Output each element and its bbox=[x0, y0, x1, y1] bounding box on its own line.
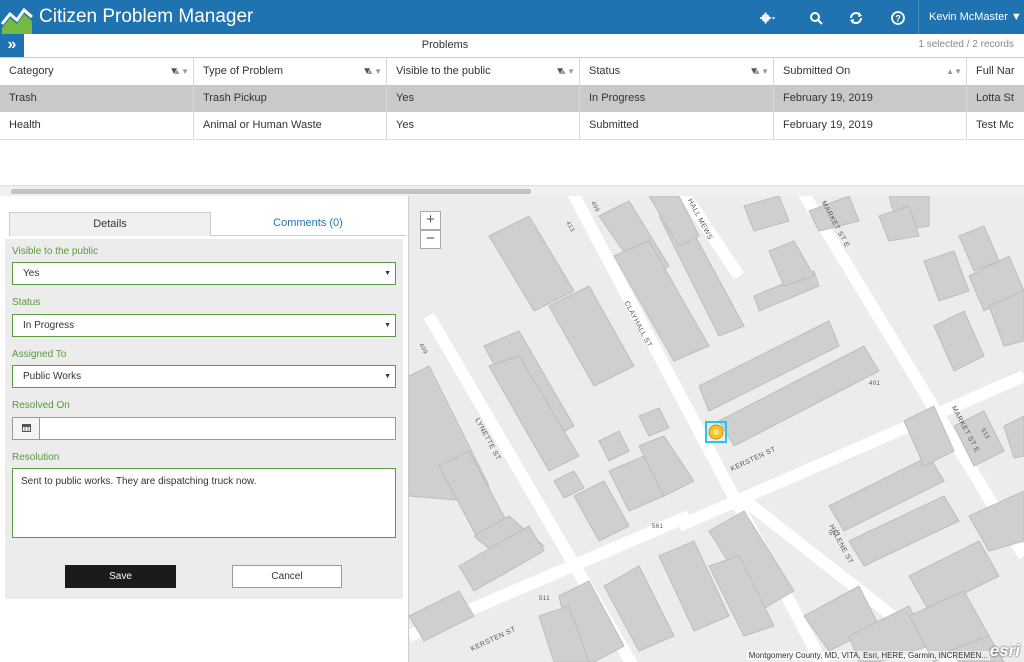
chevron-down-icon: ▼ bbox=[384, 373, 391, 380]
cell-category: Health bbox=[0, 112, 194, 139]
sort-icon[interactable]: ▲▼ bbox=[173, 58, 189, 85]
cell-submitted: February 19, 2019 bbox=[774, 112, 967, 139]
assigned-label: Assigned To bbox=[12, 349, 67, 360]
table-row[interactable]: Health Animal or Human Waste Yes Submitt… bbox=[0, 112, 1024, 140]
cell-status: In Progress bbox=[580, 85, 774, 112]
assigned-select[interactable]: Public Works ▼ bbox=[12, 365, 396, 388]
cell-status: Submitted bbox=[580, 112, 774, 139]
cell-category: Trash bbox=[0, 85, 194, 112]
calendar-button[interactable] bbox=[13, 418, 40, 439]
cell-type: Animal or Human Waste bbox=[194, 112, 387, 139]
tab-comments[interactable]: Comments (0) bbox=[210, 212, 406, 236]
map-basemap bbox=[409, 196, 1024, 662]
chevron-down-icon: ▼ bbox=[384, 270, 391, 277]
cell-full-name: Test Mc bbox=[967, 112, 1024, 139]
details-form: Visible to the public Yes ▼ Status In Pr… bbox=[5, 239, 403, 599]
map-view[interactable]: CLAYHALL ST LYNETTE ST KERSTEN ST HELENE… bbox=[409, 196, 1024, 662]
resolved-date-input[interactable] bbox=[12, 417, 396, 440]
address-number: 511 bbox=[539, 596, 551, 602]
column-header-category[interactable]: Category ▼ ▲▼ bbox=[0, 58, 194, 85]
tab-details[interactable]: Details bbox=[9, 212, 211, 236]
calendar-icon bbox=[22, 424, 31, 432]
problems-title: Problems bbox=[421, 39, 469, 51]
help-icon[interactable]: ? bbox=[890, 10, 906, 26]
address-number: 561 bbox=[652, 524, 664, 530]
cell-visible: Yes bbox=[387, 85, 580, 112]
status-select[interactable]: In Progress ▼ bbox=[12, 314, 396, 337]
column-header-full-name[interactable]: Full Nar bbox=[967, 58, 1024, 85]
column-label: Visible to the public bbox=[396, 65, 491, 77]
cell-full-name: Lotta St bbox=[967, 85, 1024, 112]
sort-icon[interactable]: ▲▼ bbox=[366, 58, 382, 85]
address-number: 515 bbox=[829, 531, 841, 537]
problems-table: Category ▼ ▲▼ Type of Problem ▼ ▲▼ Visible… bbox=[0, 57, 1024, 186]
cell-submitted: February 19, 2019 bbox=[774, 85, 967, 112]
column-header-type[interactable]: Type of Problem ▼ ▲▼ bbox=[194, 58, 387, 85]
visible-label: Visible to the public bbox=[12, 246, 98, 257]
column-header-visible[interactable]: Visible to the public ▼ ▲▼ bbox=[387, 58, 580, 85]
sort-icon[interactable]: ▲▼ bbox=[753, 58, 769, 85]
app-logo-icon bbox=[0, 0, 34, 34]
column-header-submitted[interactable]: Submitted On ▲▼ bbox=[774, 58, 967, 85]
column-label: Status bbox=[589, 65, 621, 77]
search-icon[interactable] bbox=[808, 10, 824, 26]
user-menu[interactable]: Kevin McMaster ▼ bbox=[918, 0, 1022, 34]
resolved-label: Resolved On bbox=[12, 400, 70, 411]
zoom-out-button[interactable]: − bbox=[420, 230, 441, 249]
expand-panel-button[interactable]: » bbox=[0, 34, 24, 58]
esri-logo: esri bbox=[989, 641, 1020, 660]
zoom-in-button[interactable]: + bbox=[420, 211, 441, 230]
app-header: Citizen Problem Manager ? Kevin McMaster… bbox=[0, 0, 1024, 34]
cancel-button[interactable]: Cancel bbox=[232, 565, 342, 588]
visible-select[interactable]: Yes ▼ bbox=[12, 262, 396, 285]
app-title: Citizen Problem Manager bbox=[39, 6, 254, 27]
cell-type: Trash Pickup bbox=[194, 85, 387, 112]
status-label: Status bbox=[12, 297, 41, 308]
resolution-label: Resolution bbox=[12, 452, 60, 463]
column-label: Submitted On bbox=[783, 65, 851, 77]
table-header-row: Category ▼ ▲▼ Type of Problem ▼ ▲▼ Visible… bbox=[0, 58, 1024, 85]
map-attribution: Montgomery County, MD, VITA, Esri, HERE,… bbox=[746, 651, 990, 660]
chevron-down-icon: ▼ bbox=[384, 322, 391, 329]
sort-icon[interactable]: ▲▼ bbox=[946, 58, 962, 85]
table-row[interactable]: Trash Trash Pickup Yes In Progress Febru… bbox=[0, 85, 1024, 112]
gear-icon[interactable] bbox=[760, 10, 776, 26]
visible-select-value: Yes bbox=[23, 268, 40, 279]
column-header-status[interactable]: Status ▼ ▲▼ bbox=[580, 58, 774, 85]
column-label: Type of Problem bbox=[203, 65, 284, 77]
refresh-icon[interactable] bbox=[848, 10, 864, 26]
scrollbar-thumb[interactable] bbox=[11, 189, 531, 194]
record-count: 1 selected / 2 records bbox=[918, 39, 1014, 50]
save-button[interactable]: Save bbox=[65, 565, 176, 588]
assigned-select-value: Public Works bbox=[23, 371, 82, 382]
resolution-textarea[interactable]: Sent to public works. They are dispatchi… bbox=[12, 468, 396, 538]
details-panel: Details Comments (0) Visible to the publ… bbox=[0, 196, 409, 662]
sort-icon[interactable]: ▲▼ bbox=[559, 58, 575, 85]
status-select-value: In Progress bbox=[23, 320, 75, 331]
column-label: Full Nar bbox=[976, 65, 1015, 77]
cell-visible: Yes bbox=[387, 112, 580, 139]
svg-text:?: ? bbox=[895, 14, 901, 24]
address-number: 401 bbox=[869, 381, 881, 387]
column-label: Category bbox=[9, 65, 54, 77]
